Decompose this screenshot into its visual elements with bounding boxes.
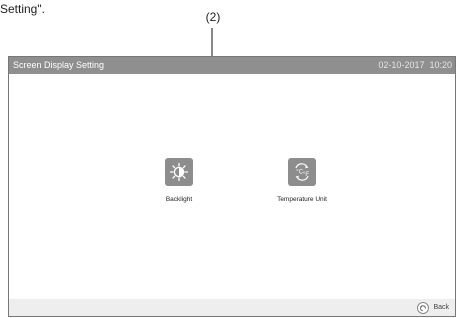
document-text-fragment: Setting". (0, 2, 45, 16)
device-screen: Screen Display Setting 02-10-2017 10:20 (8, 56, 456, 317)
temperature-unit-icon: °C °F (288, 158, 316, 186)
callout-label: (2) (205, 10, 221, 24)
back-arrow-icon (417, 301, 430, 314)
temperature-unit-button[interactable]: °C °F Temperature Unit (262, 158, 342, 203)
temperature-unit-label: Temperature Unit (277, 196, 327, 203)
backlight-icon (165, 158, 193, 186)
date-text: 02-10-2017 (378, 60, 425, 70)
back-button[interactable]: Back (417, 301, 449, 314)
manual-page: Setting". (2) Screen Display Setting 02-… (0, 0, 459, 318)
svg-text:°F: °F (303, 172, 309, 178)
time-text: 10:20 (429, 60, 452, 70)
title-bar: Screen Display Setting 02-10-2017 10:20 (9, 57, 455, 74)
screen-title: Screen Display Setting (13, 60, 105, 70)
back-label: Back (433, 304, 449, 311)
backlight-label: Backlight (165, 196, 193, 203)
backlight-button[interactable]: Backlight (144, 158, 214, 203)
datetime-display: 02-10-2017 10:20 (378, 57, 452, 74)
footer-bar: Back (9, 299, 455, 316)
